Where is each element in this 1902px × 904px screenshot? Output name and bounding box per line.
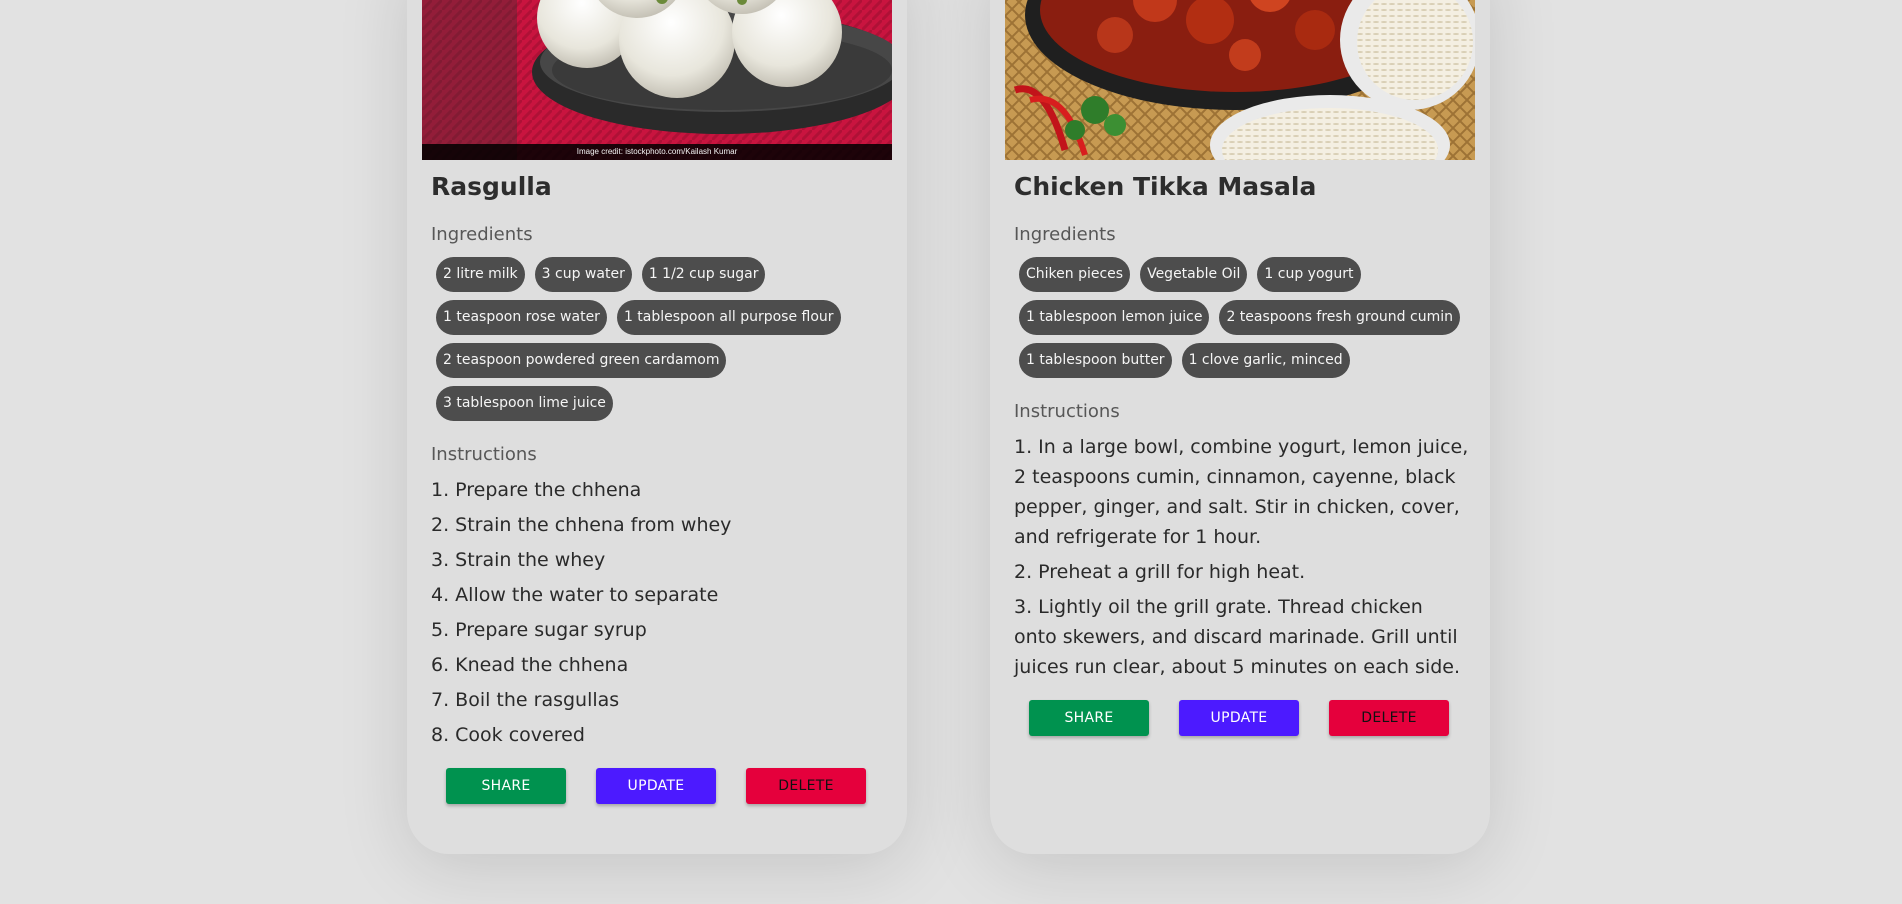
ingredient-chip: 1 tablespoon lemon juice [1019, 300, 1210, 335]
instruction-step: 1. Prepare the chhena [431, 479, 642, 501]
recipe-card-chicken-tikka-masala: Chicken Tikka Masala Ingredients Chiken … [990, 0, 1490, 854]
ingredients-heading: Ingredients [1014, 224, 1116, 245]
instruction-step: 4. Allow the water to separate [431, 584, 719, 606]
instructions-heading: Instructions [1014, 401, 1120, 422]
image-credit: Image credit: istockphoto.com/Kailash Ku… [422, 144, 892, 160]
instruction-step: 8. Cook covered [431, 724, 585, 746]
ingredient-chip: 1 cup yogurt [1257, 257, 1361, 292]
delete-button[interactable]: DELETE [1329, 700, 1449, 736]
recipe-title: Rasgulla [431, 172, 552, 201]
ingredient-chip: Chiken pieces [1019, 257, 1131, 292]
instruction-step: 6. Knead the chhena [431, 654, 629, 676]
recipe-card-rasgulla: Image credit: istockphoto.com/Kailash Ku… [407, 0, 907, 854]
ingredient-chip: 1 clove garlic, minced [1181, 343, 1350, 378]
recipe-actions: SHARE UPDATE DELETE [1014, 700, 1469, 736]
recipe-content: Chicken Tikka Masala Ingredients Chiken … [1014, 171, 1469, 736]
ingredient-chip: 1 tablespoon butter [1019, 343, 1172, 378]
update-button[interactable]: UPDATE [1179, 700, 1299, 736]
instructions-heading: Instructions [431, 444, 537, 465]
ingredient-chip: 1 1/2 cup sugar [641, 257, 766, 292]
ingredient-chip: 3 tablespoon lime juice [436, 386, 613, 421]
delete-button[interactable]: DELETE [746, 768, 866, 804]
instruction-step: 1. In a large bowl, combine yogurt, lemo… [1014, 436, 1469, 548]
ingredient-chip: Vegetable Oil [1140, 257, 1248, 292]
instruction-step: 7. Boil the rasgullas [431, 689, 620, 711]
instructions-list: 1. Prepare the chhena 2. Strain the chhe… [431, 475, 886, 750]
recipe-content: Rasgulla Ingredients 2 litre milk 3 cup … [431, 171, 886, 804]
instruction-step: 3. Lightly oil the grill grate. Thread c… [1014, 596, 1461, 678]
share-button[interactable]: SHARE [446, 768, 566, 804]
instructions-list: 1. In a large bowl, combine yogurt, lemo… [1014, 432, 1469, 682]
ingredients-heading: Ingredients [431, 224, 533, 245]
ingredient-chip: 3 cup water [534, 257, 632, 292]
ingredient-chip: 2 teaspoon powdered green cardamom [436, 343, 727, 378]
recipe-title: Chicken Tikka Masala [1014, 172, 1317, 201]
ingredient-chip: 2 teaspoons fresh ground cumin [1219, 300, 1460, 335]
ingredient-chip: 1 teaspoon rose water [436, 300, 607, 335]
instruction-step: 5. Prepare sugar syrup [431, 619, 647, 641]
ingredients-list: Chiken pieces Vegetable Oil 1 cup yogurt… [1014, 257, 1469, 378]
chicken-tikka-photo [1005, 0, 1475, 160]
ingredient-chip: 2 litre milk [436, 257, 525, 292]
ingredients-list: 2 litre milk 3 cup water 1 1/2 cup sugar… [431, 257, 886, 421]
share-button[interactable]: SHARE [1029, 700, 1149, 736]
instruction-step: 2. Preheat a grill for high heat. [1014, 561, 1306, 583]
update-button[interactable]: UPDATE [596, 768, 716, 804]
recipe-actions: SHARE UPDATE DELETE [431, 768, 886, 804]
instruction-step: 2. Strain the chhena from whey [431, 514, 732, 536]
rasgulla-photo: Image credit: istockphoto.com/Kailash Ku… [422, 0, 892, 160]
ingredient-chip: 1 tablespoon all purpose flour [616, 300, 841, 335]
instruction-step: 3. Strain the whey [431, 549, 606, 571]
